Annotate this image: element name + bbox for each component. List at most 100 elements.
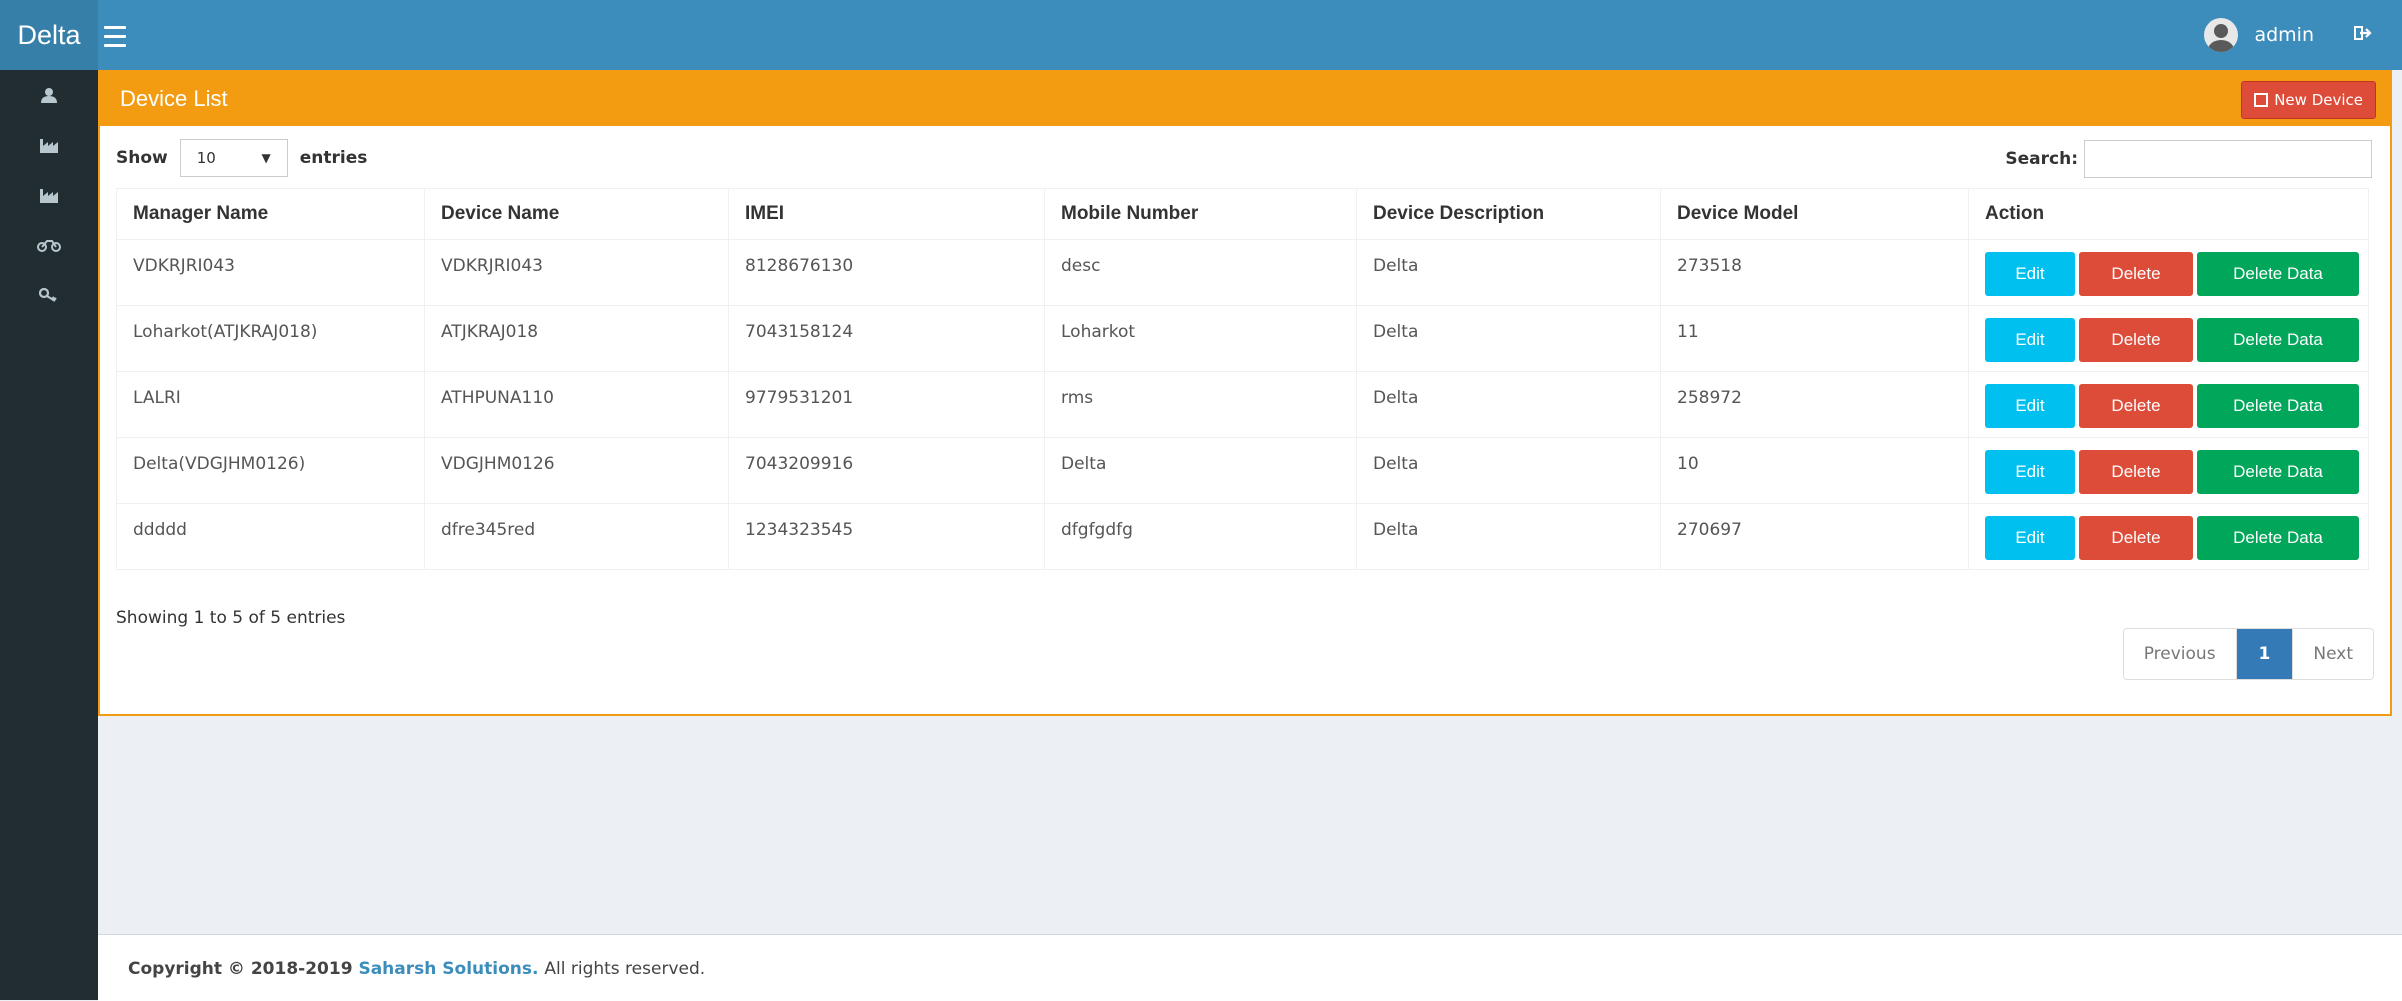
delete-button[interactable]: Delete (2079, 318, 2193, 362)
new-device-button[interactable]: New Device (2241, 81, 2376, 119)
cell-device-name: ATJKRAJ018 (424, 305, 729, 372)
sidebar-item-user[interactable] (0, 70, 98, 120)
cell-manager-name: Loharkot(ATJKRAJ018) (116, 305, 425, 372)
page-title: Device List (120, 86, 228, 111)
sign-out-icon[interactable] (2354, 25, 2372, 46)
delete-data-button[interactable]: Delete Data (2197, 450, 2359, 494)
table-row: VDKRJRI043 VDKRJRI043 8128676130 desc De… (116, 239, 2369, 306)
device-table: Manager Name Device Name IMEI Mobile Num… (116, 188, 2369, 570)
edit-button[interactable]: Edit (1985, 450, 2075, 494)
key-icon (39, 287, 57, 302)
table-row: LALRI ATHPUNA110 9779531201 rms Delta 25… (116, 371, 2369, 438)
page-length-select[interactable]: 10 ▼ (179, 139, 288, 177)
search-label: Search: (2005, 149, 2078, 169)
table-row: Loharkot(ATJKRAJ018) ATJKRAJ018 70431581… (116, 305, 2369, 372)
rights-text: All rights reserved. (544, 959, 706, 979)
col-device-description[interactable]: Device Description (1356, 188, 1661, 240)
col-device-model[interactable]: Device Model (1660, 188, 1969, 240)
entries-label: entries (299, 148, 368, 168)
current-page-button[interactable]: 1 (2236, 629, 2293, 679)
motorcycle-icon (37, 240, 61, 252)
page-length-value: 10 (196, 149, 216, 167)
user-menu[interactable]: admin (2204, 0, 2372, 70)
col-imei[interactable]: IMEI (728, 188, 1045, 240)
cell-device-model: 11 (1660, 305, 1969, 372)
delete-data-button[interactable]: Delete Data (2197, 252, 2359, 296)
box-header: Device List New Device (100, 72, 2390, 126)
cell-imei: 7043209916 (728, 437, 1045, 504)
cell-imei: 8128676130 (728, 239, 1045, 306)
cell-actions: Edit Delete Delete Data (1968, 437, 2369, 504)
table-info: Showing 1 to 5 of 5 entries (116, 608, 346, 628)
cell-mobile-number: Delta (1044, 437, 1357, 504)
delete-data-button[interactable]: Delete Data (2197, 318, 2359, 362)
cell-device-model: 10 (1660, 437, 1969, 504)
sidebar-item-factory-1[interactable] (0, 120, 98, 170)
col-manager-name[interactable]: Manager Name (116, 188, 425, 240)
cell-device-name: dfre345red (424, 503, 729, 570)
cell-device-description: Delta (1356, 503, 1661, 570)
top-header: Delta admin (0, 0, 2402, 70)
pagination: Previous 1 Next (2122, 628, 2374, 680)
company-link[interactable]: Saharsh Solutions. (358, 959, 538, 979)
delete-button[interactable]: Delete (2079, 252, 2193, 296)
footer: Copyright © 2018-2019 Saharsh Solutions.… (98, 934, 2402, 1001)
next-page-button[interactable]: Next (2292, 629, 2373, 679)
cell-device-name: VDKRJRI043 (424, 239, 729, 306)
edit-button[interactable]: Edit (1985, 318, 2075, 362)
edit-button[interactable]: Edit (1985, 252, 2075, 296)
delete-button[interactable]: Delete (2079, 450, 2193, 494)
show-label: Show (116, 148, 168, 168)
sidebar-item-key[interactable] (0, 270, 98, 320)
sidebar-item-factory-2[interactable] (0, 170, 98, 220)
cell-device-description: Delta (1356, 305, 1661, 372)
username[interactable]: admin (2254, 24, 2314, 46)
factory-icon (40, 189, 58, 203)
sidebar-item-motorcycle[interactable] (0, 220, 98, 270)
cell-mobile-number: Loharkot (1044, 305, 1357, 372)
cell-device-model: 273518 (1660, 239, 1969, 306)
delete-button[interactable]: Delete (2079, 516, 2193, 560)
cell-device-description: Delta (1356, 239, 1661, 306)
search-input[interactable] (2084, 140, 2372, 178)
copyright-label: Copyright © 2018-2019 (128, 959, 353, 979)
avatar[interactable] (2204, 18, 2239, 52)
cell-device-name: ATHPUNA110 (424, 371, 729, 438)
delete-data-button[interactable]: Delete Data (2197, 384, 2359, 428)
table-row: ddddd dfre345red 1234323545 dfgfgdfg Del… (116, 503, 2369, 570)
search-control: Search: (2005, 140, 2372, 178)
cell-device-model: 258972 (1660, 371, 1969, 438)
factory-icon (40, 139, 58, 153)
cell-imei: 1234323545 (728, 503, 1045, 570)
cell-mobile-number: desc (1044, 239, 1357, 306)
cell-manager-name: Delta(VDGJHM0126) (116, 437, 425, 504)
table-row: Delta(VDGJHM0126) VDGJHM0126 7043209916 … (116, 437, 2369, 504)
col-mobile-number[interactable]: Mobile Number (1044, 188, 1357, 240)
brand-logo[interactable]: Delta (0, 0, 98, 70)
sidebar (0, 70, 98, 1000)
cell-manager-name: VDKRJRI043 (116, 239, 425, 306)
square-icon (2254, 93, 2269, 107)
cell-device-model: 270697 (1660, 503, 1969, 570)
edit-button[interactable]: Edit (1985, 384, 2075, 428)
cell-actions: Edit Delete Delete Data (1968, 239, 2369, 306)
cell-mobile-number: rms (1044, 371, 1357, 438)
col-device-name[interactable]: Device Name (424, 188, 729, 240)
cell-imei: 7043158124 (728, 305, 1045, 372)
cell-device-description: Delta (1356, 437, 1661, 504)
cell-actions: Edit Delete Delete Data (1968, 371, 2369, 438)
page-length-control: Show 10 ▼ entries (116, 138, 367, 178)
menu-toggle-icon[interactable] (104, 20, 126, 50)
cell-manager-name: ddddd (116, 503, 425, 570)
cell-actions: Edit Delete Delete Data (1968, 305, 2369, 372)
col-action: Action (1968, 188, 2369, 240)
table-header-row: Manager Name Device Name IMEI Mobile Num… (116, 188, 2369, 240)
cell-device-description: Delta (1356, 371, 1661, 438)
edit-button[interactable]: Edit (1985, 516, 2075, 560)
delete-button[interactable]: Delete (2079, 384, 2193, 428)
copyright-text: Copyright © 2018-2019 Saharsh Solutions.… (128, 959, 705, 979)
previous-page-button[interactable]: Previous (2123, 629, 2237, 679)
new-device-label: New Device (2274, 91, 2363, 109)
cell-device-name: VDGJHM0126 (424, 437, 729, 504)
delete-data-button[interactable]: Delete Data (2197, 516, 2359, 560)
